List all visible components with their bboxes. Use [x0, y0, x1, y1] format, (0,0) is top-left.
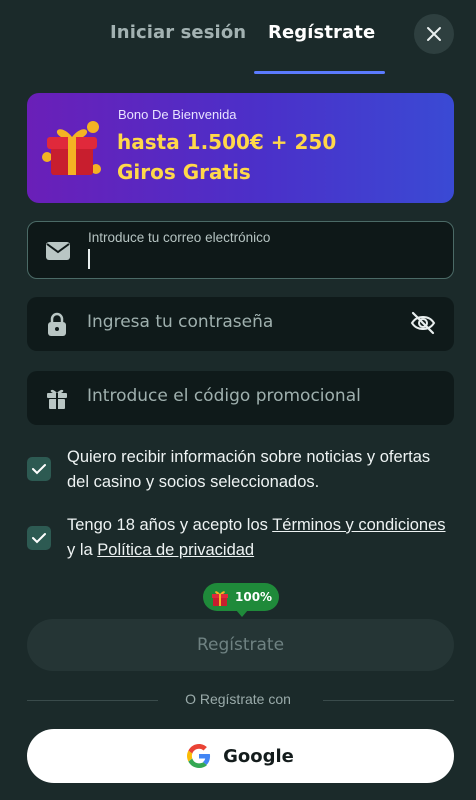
gift-icon [212, 591, 228, 606]
bonus-line-1: hasta 1.500€ + 250 [117, 130, 337, 154]
terms-consent-text: Tengo 18 años y acepto los Términos y co… [67, 513, 447, 563]
password-field[interactable]: Ingresa tu contraseña [27, 297, 454, 351]
close-icon [427, 27, 441, 41]
terms-prefix: Tengo 18 años y acepto los [67, 516, 273, 534]
google-button-label: Google [223, 745, 294, 767]
lock-icon [44, 311, 70, 337]
divider-text: O Regístrate con [185, 691, 291, 707]
active-tab-indicator [254, 71, 385, 74]
bonus-subtitle: Bono De Bienvenida [118, 107, 237, 122]
marketing-checkbox[interactable] [27, 457, 51, 481]
password-placeholder: Ingresa tu contraseña [87, 312, 274, 332]
eye-off-icon[interactable] [409, 309, 437, 337]
mail-icon [45, 238, 71, 264]
checkmark-icon [32, 533, 46, 544]
email-field[interactable]: Introduce tu correo electrónico [27, 221, 454, 279]
terms-consent: Tengo 18 años y acepto los Términos y co… [27, 513, 454, 563]
terms-link[interactable]: Términos y condiciones [272, 516, 445, 534]
bonus-line-2: Giros Gratis [117, 160, 251, 184]
marketing-consent: Quiero recibir información sobre noticia… [27, 445, 454, 495]
privacy-link[interactable]: Política de privacidad [97, 541, 254, 559]
terms-checkbox[interactable] [27, 526, 51, 550]
register-button[interactable]: Regístrate [27, 619, 454, 671]
welcome-bonus-banner[interactable]: Bono De Bienvenida hasta 1.500€ + 250 Gi… [27, 93, 454, 203]
promo-placeholder: Introduce el código promocional [87, 386, 361, 406]
email-label: Introduce tu correo electrónico [88, 230, 271, 245]
promo-code-field[interactable]: Introduce el código promocional [27, 371, 454, 425]
google-icon [187, 744, 211, 768]
text-caret [88, 249, 90, 269]
gift-icon [44, 385, 70, 411]
close-button[interactable] [414, 14, 454, 54]
google-signup-button[interactable]: Google [27, 729, 454, 783]
badge-text: 100% [235, 590, 273, 604]
gift-icon [42, 121, 101, 175]
terms-middle: y la [67, 541, 98, 559]
divider-right [323, 700, 454, 701]
bonus-percent-badge: 100% [203, 583, 279, 617]
tab-register[interactable]: Regístrate [268, 22, 375, 43]
tab-login[interactable]: Iniciar sesión [110, 22, 246, 43]
marketing-consent-text: Quiero recibir información sobre noticia… [67, 448, 431, 491]
checkmark-icon [32, 464, 46, 475]
bonus-headline: hasta 1.500€ + 250 Giros Gratis [117, 127, 437, 187]
auth-tabs: Iniciar sesión Regístrate [0, 0, 476, 74]
